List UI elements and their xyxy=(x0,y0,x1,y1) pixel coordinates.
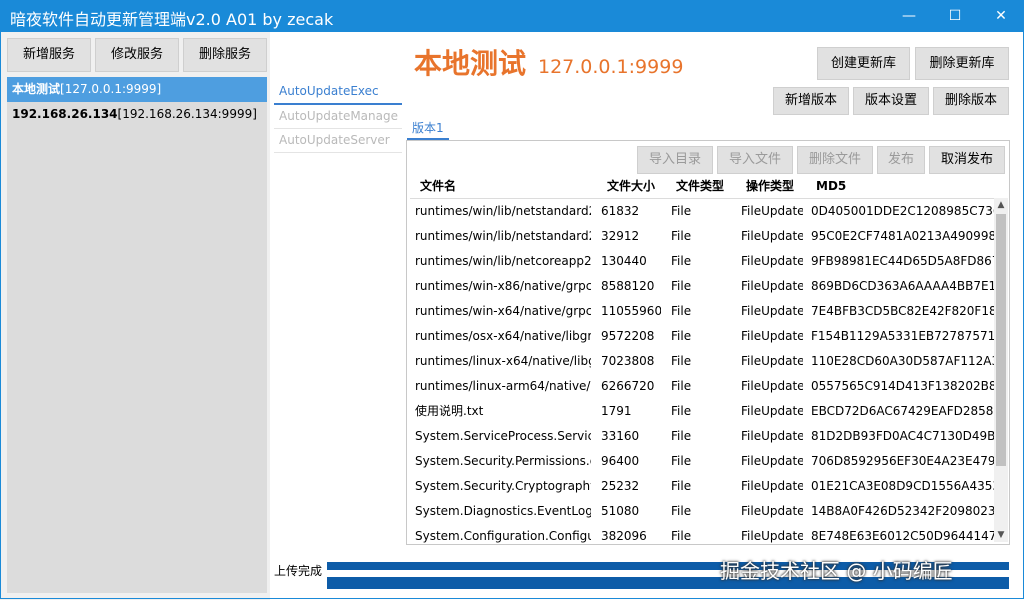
window-title: 暗夜软件自动更新管理端v2.0 A01 by zecak xyxy=(10,10,334,29)
window-border xyxy=(0,32,1024,599)
title-bar: 暗夜软件自动更新管理端v2.0 A01 by zecak — ☐ ✕ xyxy=(0,0,1024,32)
minimize-button[interactable]: — xyxy=(886,0,932,32)
maximize-button[interactable]: ☐ xyxy=(932,0,978,32)
close-button[interactable]: ✕ xyxy=(978,0,1024,32)
